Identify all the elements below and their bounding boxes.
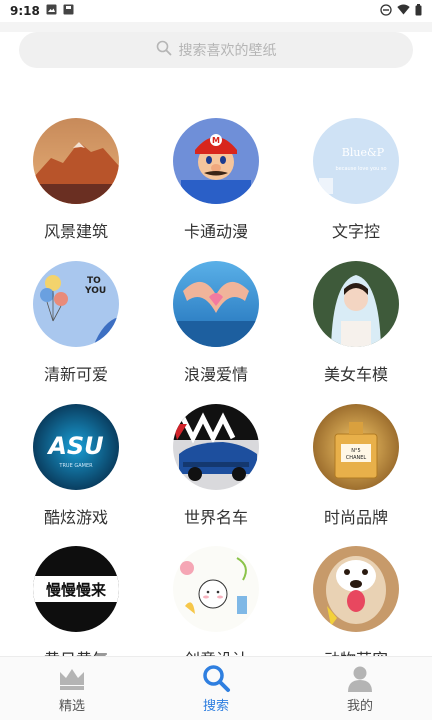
- wifi-icon: [397, 4, 410, 18]
- crown-icon: [57, 663, 87, 693]
- category-label: 酷炫游戏: [43, 508, 108, 527]
- category-label: 时尚品牌: [323, 508, 388, 527]
- category-cartoon[interactable]: M 卡通动漫: [151, 118, 281, 242]
- category-vibes[interactable]: 慢慢慢来 黄日黄气: [11, 546, 141, 670]
- status-bar: 9:18: [0, 0, 432, 22]
- thumb-text-blue: Blue&P: [342, 146, 385, 159]
- category-pets[interactable]: 动物萌宠: [291, 546, 421, 670]
- category-thumbnail-asus: ASU TRUE GAMER: [33, 404, 119, 490]
- do-not-disturb-icon: [380, 3, 392, 19]
- bottom-nav: 精选 搜索 我的: [0, 656, 432, 720]
- nav-label: 搜索: [202, 699, 229, 714]
- category-label: 浪漫爱情: [183, 365, 248, 384]
- gallery-icon: [46, 4, 57, 18]
- thumb-text-chanel-no: N°5: [351, 448, 360, 454]
- thumb-text-chanel: CHANEL: [346, 455, 367, 461]
- category-thumbnail-text: Blue&P because love you so: [313, 118, 399, 204]
- thumb-text-asu-sub: TRUE GAMER: [58, 463, 93, 469]
- category-thumbnail-doodle: [173, 546, 259, 632]
- category-cool-games[interactable]: ASU TRUE GAMER 酷炫游戏: [11, 404, 141, 528]
- svg-text:YOU: YOU: [84, 286, 106, 296]
- save-icon: [63, 4, 74, 18]
- battery-icon: [415, 3, 422, 19]
- category-label: 清新可爱: [43, 365, 108, 384]
- thumb-text-asu: ASU: [46, 432, 103, 460]
- category-label: 风景建筑: [43, 222, 108, 241]
- category-thumbnail-car: [173, 404, 259, 490]
- header-strip: [0, 22, 432, 32]
- category-romance[interactable]: 浪漫爱情: [151, 261, 281, 385]
- category-text[interactable]: Blue&P because love you so 文字控: [291, 118, 421, 242]
- search-icon: [156, 40, 172, 60]
- nav-featured[interactable]: 精选: [0, 657, 144, 720]
- thumb-text-slow: 慢慢慢来: [46, 581, 107, 599]
- category-thumbnail-slow-text: 慢慢慢来: [33, 546, 119, 632]
- svg-text:TO: TO: [87, 276, 101, 286]
- category-label: 世界名车: [183, 508, 248, 527]
- search-bar[interactable]: 搜索喜欢的壁纸: [19, 32, 413, 68]
- category-label: 美女车模: [323, 365, 388, 384]
- category-beauty[interactable]: 美女车模: [291, 261, 421, 385]
- svg-text:M: M: [212, 136, 220, 145]
- category-thumbnail-mario: M: [173, 118, 259, 204]
- category-thumbnail-mountain: [33, 118, 119, 204]
- category-label: 文字控: [331, 222, 380, 241]
- category-thumbnail-dog: [313, 546, 399, 632]
- category-thumbnail-perfume: N°5 CHANEL: [313, 404, 399, 490]
- status-time: 9:18: [10, 4, 40, 18]
- category-cars[interactable]: 世界名车: [151, 404, 281, 528]
- search-icon: [201, 663, 231, 693]
- category-thumbnail-heart-hands: [173, 261, 259, 347]
- category-landscape[interactable]: 风景建筑: [11, 118, 141, 242]
- category-fashion[interactable]: N°5 CHANEL 时尚品牌: [291, 404, 421, 528]
- category-fresh-cute[interactable]: TO YOU 清新可爱: [11, 261, 141, 385]
- category-label: 卡通动漫: [183, 222, 248, 241]
- nav-label: 我的: [346, 699, 373, 714]
- category-thumbnail-girl: [313, 261, 399, 347]
- category-creative[interactable]: 创意设计: [151, 546, 281, 670]
- category-thumbnail-balloons: TO YOU: [33, 261, 119, 347]
- nav-profile[interactable]: 我的: [288, 657, 432, 720]
- search-placeholder: 搜索喜欢的壁纸: [178, 43, 277, 59]
- nav-search[interactable]: 搜索: [144, 657, 288, 720]
- person-icon: [345, 663, 375, 693]
- thumb-text-sub: because love you so: [335, 166, 386, 172]
- nav-label: 精选: [58, 699, 85, 714]
